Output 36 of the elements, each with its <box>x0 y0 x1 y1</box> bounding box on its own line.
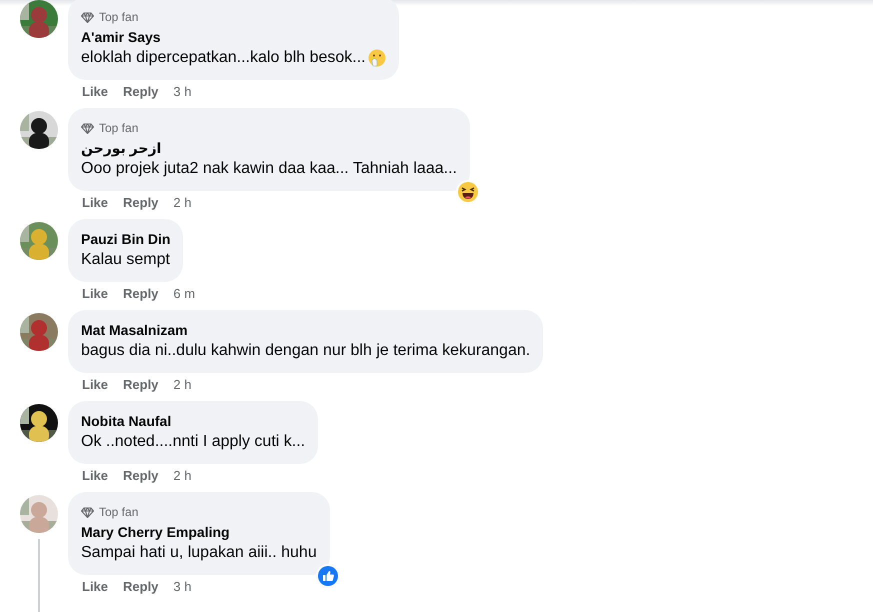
commenter-name[interactable]: Mat Masalnizam <box>81 320 530 340</box>
comment-time[interactable]: 2 h <box>173 377 192 393</box>
top-fan-label: Top fan <box>99 504 138 521</box>
reply-link[interactable]: Reply <box>123 84 158 100</box>
like-link[interactable]: Like <box>82 377 108 393</box>
like-link[interactable]: Like <box>82 195 108 211</box>
like-link[interactable]: Like <box>82 579 108 595</box>
comment-time[interactable]: 2 h <box>173 195 192 211</box>
top-fan-label: Top fan <box>99 9 138 26</box>
reply-link[interactable]: Reply <box>123 377 158 393</box>
commenter-name[interactable]: ازحر بورحن <box>81 138 457 158</box>
reply-link[interactable]: Reply <box>123 195 158 211</box>
diamond-icon <box>81 12 94 22</box>
diamond-icon <box>81 122 94 134</box>
comment-text: Ok ..noted....nnti I apply cuti k... <box>81 432 306 452</box>
like-link[interactable]: Like <box>82 84 108 100</box>
comment-time[interactable]: 3 h <box>173 84 192 100</box>
like-link[interactable]: Like <box>82 468 108 484</box>
comment-text: bagus dia ni..dulu kahwin dengan nur blh je terima kekurangan. <box>81 341 530 361</box>
commenter-name[interactable]: A'amir Says <box>81 27 386 47</box>
commenter-name[interactable]: Mary Cherry Empaling <box>81 522 317 542</box>
comment-text: Kalau sempt <box>81 250 170 270</box>
like-link[interactable]: Like <box>82 286 108 302</box>
diamond-icon <box>81 506 94 518</box>
top-fan-label: Top fan <box>99 120 138 137</box>
comment-text: Ooo projek juta2 nak kawin daa kaa... Tahniah laaa... <box>81 159 457 179</box>
commenter-name[interactable]: Nobita Naufal <box>81 411 306 431</box>
reply-link[interactable]: Reply <box>123 468 158 484</box>
comment-time[interactable]: 3 h <box>173 579 192 595</box>
comment-text: Sampai hati u, lupakan aiii.. huhu <box>81 543 317 563</box>
reply-link[interactable]: Reply <box>123 286 158 302</box>
comment-time[interactable]: 2 h <box>173 468 192 484</box>
reply-link[interactable]: Reply <box>123 579 158 595</box>
comment-time[interactable]: 6 m <box>173 286 196 302</box>
commenter-name[interactable]: Pauzi Bin Din <box>81 229 170 249</box>
comment-text: eloklah dipercepatkan...kalo blh besok... <box>81 48 366 68</box>
